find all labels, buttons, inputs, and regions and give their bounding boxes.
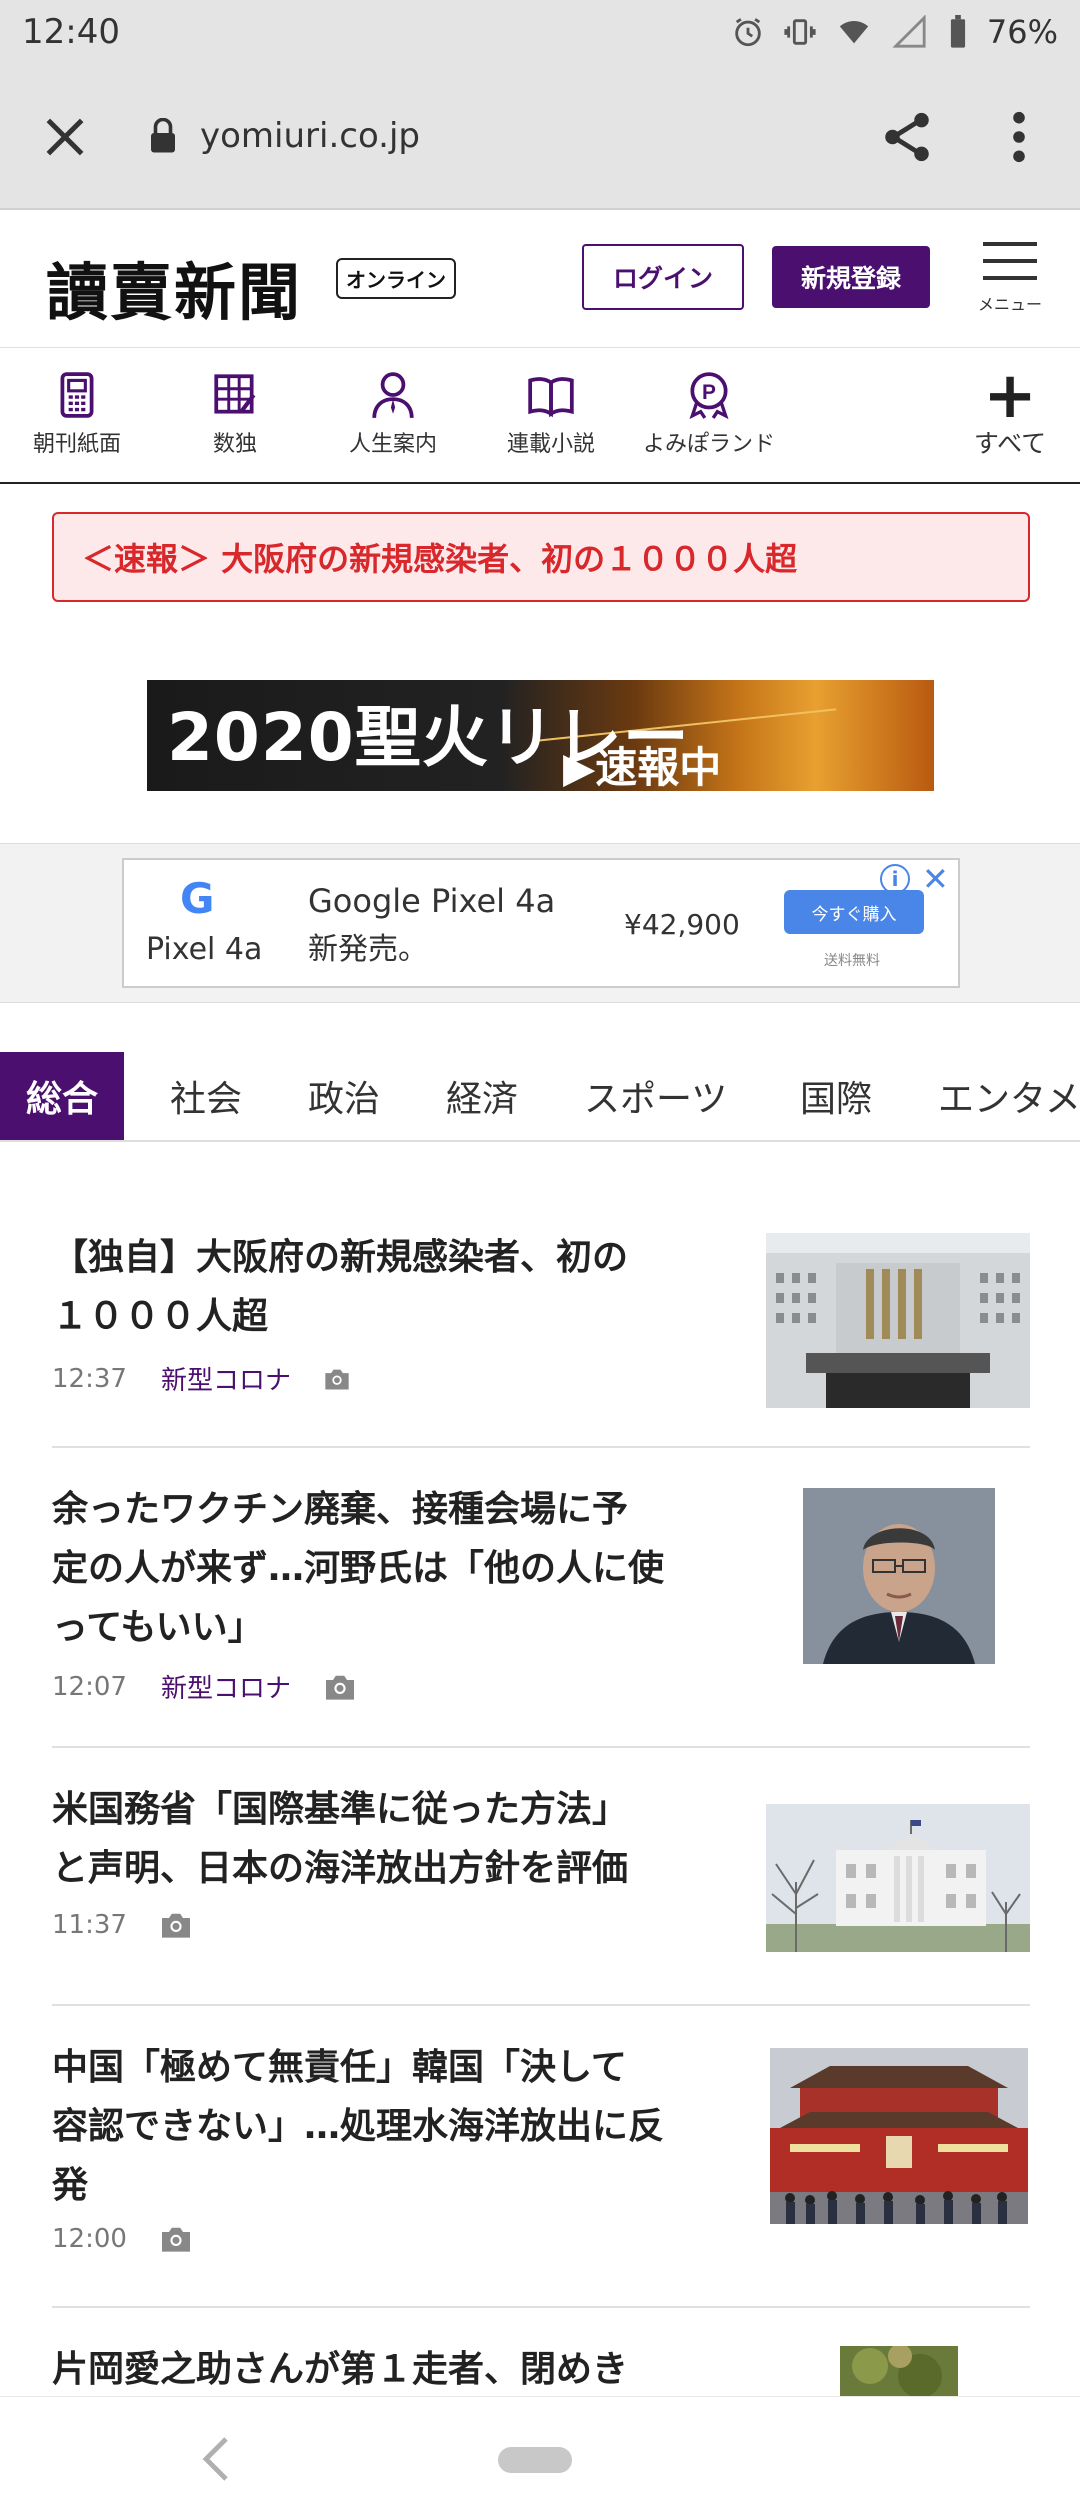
ad-banner[interactable]: G Pixel 4a Google Pixel 4a 新発売。 ¥42,900 … bbox=[122, 858, 960, 988]
section-icon-nav: 朝刊紙面 数独 人生案内 連載小説 P よみぽランド + すべて bbox=[0, 350, 1080, 484]
torch-relay-banner[interactable]: 2020聖火リレー ▶速報中 bbox=[147, 680, 934, 791]
article-item[interactable]: 【独自】大阪府の新規感染者、初の １０００人超 12:37 新型コロナ bbox=[52, 1228, 1030, 1448]
article-thumbnail bbox=[766, 1233, 1030, 1408]
url-text[interactable]: yomiuri.co.jp bbox=[200, 116, 420, 156]
tab-sports[interactable]: スポーツ bbox=[584, 1052, 727, 1140]
nav-label: 連載小説 bbox=[506, 432, 595, 457]
nav-all-label: すべて bbox=[973, 429, 1047, 458]
ad-price: ¥42,900 bbox=[624, 908, 740, 941]
article-item[interactable]: 片岡愛之助さんが第１走者、閉めき bbox=[52, 2340, 1030, 2400]
tab-economy[interactable]: 経済 bbox=[446, 1052, 518, 1140]
wifi-icon bbox=[839, 21, 869, 44]
back-icon[interactable] bbox=[196, 2433, 236, 2485]
points-icon: P bbox=[689, 372, 729, 420]
system-nav-bar bbox=[0, 2396, 1080, 2520]
article-headline: 片岡愛之助さんが第１走者、閉めき bbox=[52, 2349, 629, 2390]
nav-all[interactable]: + すべて bbox=[960, 359, 1060, 460]
camera-icon bbox=[161, 2227, 190, 2252]
tab-international[interactable]: 国際 bbox=[800, 1052, 872, 1140]
article-headline: 中国「極めて無責任」韓国「決して 容認できない」…処理水海洋放出に反 発 bbox=[52, 2047, 665, 2206]
camera-icon bbox=[161, 1913, 190, 1938]
article-category[interactable]: 新型コロナ bbox=[161, 1668, 291, 1705]
battery-icon bbox=[950, 15, 965, 48]
article-time: 11:37 bbox=[52, 1910, 127, 1940]
person-icon bbox=[372, 372, 414, 419]
close-icon[interactable] bbox=[40, 112, 90, 162]
article-thumbnail bbox=[840, 2346, 958, 2400]
nav-label: 数独 bbox=[212, 432, 257, 457]
more-options-icon[interactable] bbox=[1004, 108, 1034, 166]
google-logo-icon: G bbox=[180, 874, 215, 923]
status-icons: 76% bbox=[731, 13, 1058, 51]
ad-info-icon[interactable]: i bbox=[880, 864, 910, 894]
article-item[interactable]: 中国「極めて無責任」韓国「決して 容認できない」…処理水海洋放出に反 発 12:… bbox=[52, 2038, 1030, 2308]
ad-shipping: 送料無料 bbox=[824, 953, 880, 969]
menu-button[interactable]: メニュー bbox=[978, 242, 1042, 322]
register-button[interactable]: 新規登録 bbox=[772, 246, 930, 308]
share-icon[interactable] bbox=[878, 108, 936, 166]
breaking-news-banner[interactable]: ＜速報＞ 大阪府の新規感染者、初の１０００人超 bbox=[52, 512, 1030, 602]
camera-icon bbox=[325, 1675, 354, 1700]
banner-subtitle: ▶速報中 bbox=[563, 743, 722, 791]
category-tabs: 総合 社会 政治 経済 スポーツ 国際 エンタメ bbox=[0, 1052, 1080, 1142]
camera-icon bbox=[325, 1369, 349, 1389]
article-headline: 【独自】大阪府の新規感染者、初の １０００人超 bbox=[52, 1237, 629, 1337]
lock-icon bbox=[151, 118, 175, 153]
battery-level: 76% bbox=[986, 13, 1058, 51]
article-time: 12:07 bbox=[52, 1671, 127, 1702]
article-meta: 11:37 bbox=[52, 1910, 193, 1940]
menu-label: メニュー bbox=[978, 295, 1043, 314]
article-thumbnail bbox=[803, 1488, 995, 1664]
article-thumbnail bbox=[770, 2048, 1028, 2224]
ad-product: Pixel 4a bbox=[146, 932, 263, 967]
ad-buy-button[interactable]: 今すぐ購入 bbox=[784, 890, 924, 934]
nav-item-yomipo-land[interactable]: P よみぽランド bbox=[634, 370, 784, 458]
article-time: 12:00 bbox=[52, 2224, 127, 2254]
status-bar: 12:40 76% bbox=[0, 0, 1080, 64]
article-meta: 12:00 bbox=[52, 2224, 193, 2254]
online-badge: オンライン bbox=[336, 258, 456, 299]
tab-politics[interactable]: 政治 bbox=[308, 1052, 380, 1140]
status-time: 12:40 bbox=[22, 12, 120, 52]
nav-item-sudoku[interactable]: 数独 bbox=[160, 370, 310, 458]
article-headline: 余ったワクチン廃棄、接種会場に予 定の人が来ず…河野氏は「他の人に使 ってもいい… bbox=[52, 1489, 665, 1648]
article-meta: 12:37 新型コロナ bbox=[52, 1360, 351, 1397]
article-thumbnail bbox=[766, 1804, 1030, 1952]
book-icon bbox=[528, 377, 574, 418]
alarm-icon bbox=[735, 18, 761, 47]
signal-icon bbox=[892, 15, 926, 48]
ad-strip: G Pixel 4a Google Pixel 4a 新発売。 ¥42,900 … bbox=[0, 843, 1080, 1003]
login-button[interactable]: ログイン bbox=[582, 244, 744, 310]
browser-toolbar: yomiuri.co.jp bbox=[0, 64, 1080, 210]
nav-item-life-advice[interactable]: 人生案内 bbox=[318, 370, 468, 458]
tab-society[interactable]: 社会 bbox=[170, 1052, 242, 1140]
nav-label: よみぽランド bbox=[642, 432, 775, 457]
vibrate-icon bbox=[784, 19, 816, 45]
nav-label: 朝刊紙面 bbox=[32, 432, 121, 457]
hamburger-icon bbox=[983, 242, 1037, 246]
tab-entertainment[interactable]: エンタメ bbox=[938, 1052, 1080, 1140]
ad-subtitle: 新発売。 bbox=[308, 932, 428, 967]
nav-label: 人生案内 bbox=[348, 432, 437, 457]
article-category[interactable]: 新型コロナ bbox=[161, 1360, 291, 1397]
site-header: 讀賣新聞 オンライン ログイン 新規登録 メニュー bbox=[0, 212, 1080, 348]
ad-title: Google Pixel 4a bbox=[308, 882, 556, 920]
article-item[interactable]: 米国務省「国際基準に従った方法」 と声明、日本の海洋放出方針を評価 11:37 bbox=[52, 1780, 1030, 2006]
article-headline: 米国務省「国際基準に従った方法」 と声明、日本の海洋放出方針を評価 bbox=[52, 1789, 629, 1889]
ad-close-icon[interactable]: ✕ bbox=[922, 860, 949, 898]
sudoku-icon bbox=[214, 374, 256, 414]
home-pill[interactable] bbox=[498, 2447, 572, 2473]
tab-general[interactable]: 総合 bbox=[0, 1052, 125, 1140]
svg-text:P: P bbox=[702, 381, 716, 404]
article-item[interactable]: 余ったワクチン廃棄、接種会場に予 定の人が来ず…河野氏は「他の人に使 ってもいい… bbox=[52, 1480, 1030, 1748]
article-time: 12:37 bbox=[52, 1363, 127, 1394]
article-meta: 12:07 新型コロナ bbox=[52, 1668, 357, 1705]
plus-icon: + bbox=[983, 359, 1037, 433]
nav-item-newspaper[interactable]: 朝刊紙面 bbox=[2, 370, 152, 458]
site-logo[interactable]: 讀賣新聞 bbox=[46, 242, 302, 332]
nav-item-serial-novel[interactable]: 連載小説 bbox=[476, 370, 626, 458]
newspaper-icon bbox=[60, 372, 94, 418]
